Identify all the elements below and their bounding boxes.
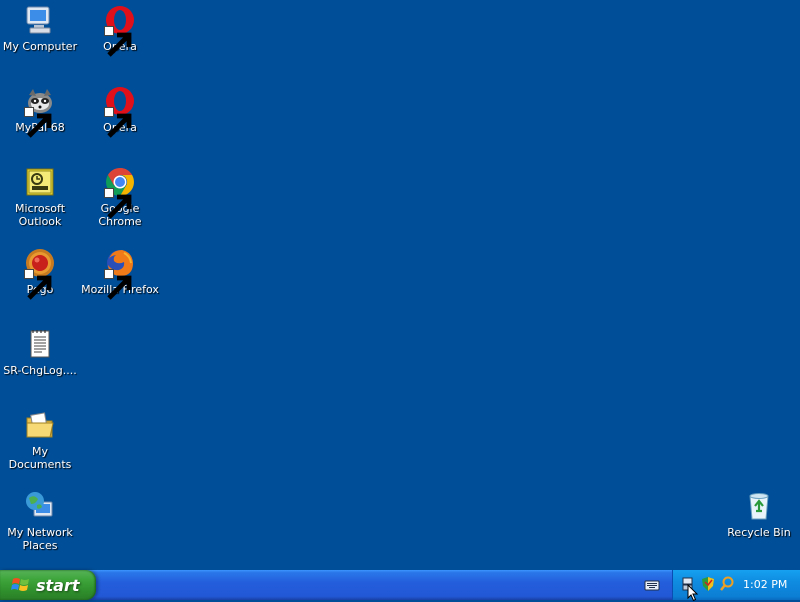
chrome-shortcut[interactable]: Google Chrome (80, 164, 160, 228)
outlook-shortcut[interactable]: Microsoft Outlook (0, 164, 80, 228)
icon-label: My Documents (8, 445, 72, 471)
start-button[interactable]: start (0, 570, 96, 600)
icon-label: My Computer (2, 40, 78, 53)
my-documents-folder[interactable]: My Documents (0, 407, 80, 471)
changelog-file[interactable]: SR-ChgLog.... (0, 326, 80, 377)
opera-shortcut[interactable]: Opera (80, 2, 160, 57)
network-places-shortcut[interactable]: My Network Places (0, 488, 80, 552)
my-computer-shortcut[interactable]: My Computer (0, 2, 80, 53)
chrome-icon (104, 166, 136, 219)
opera-shortcut-2[interactable]: Opera (80, 83, 160, 138)
shortcut-arrow-icon (104, 188, 132, 219)
firefox-shortcut[interactable]: Mozilla Firefox (80, 245, 160, 300)
icon-label: Microsoft Outlook (14, 202, 66, 228)
shortcut-arrow-icon (24, 269, 52, 300)
computer-icon (24, 4, 56, 36)
shortcut-arrow-icon (104, 107, 132, 138)
shortcut-arrow-icon (104, 269, 132, 300)
pego-shortcut[interactable]: Pego (0, 245, 80, 300)
search-icon[interactable] (719, 576, 735, 592)
shortcut-arrow-icon (24, 107, 52, 138)
network-connection-icon[interactable] (681, 576, 697, 592)
icon-label: SR-ChgLog.... (3, 364, 77, 377)
desktop: My Computer MyPal 68 Microsoft Outlook P… (0, 0, 800, 570)
mypal-shortcut[interactable]: MyPal 68 (0, 83, 80, 138)
windows-logo-icon (11, 578, 29, 591)
recycle-bin-icon (743, 490, 775, 522)
shortcut-arrow-icon (104, 26, 132, 57)
network-globe-icon (24, 490, 56, 522)
firefox-icon (104, 247, 136, 300)
keyboard-icon[interactable] (644, 577, 660, 593)
pego-icon (24, 247, 56, 300)
icon-label: My Network Places (7, 526, 73, 552)
opera-icon (104, 85, 136, 138)
raccoon-icon (24, 85, 56, 138)
outlook-icon (24, 166, 56, 198)
security-shield-icon[interactable] (700, 576, 716, 592)
opera-icon (104, 4, 136, 57)
text-document-icon (24, 328, 56, 360)
recycle-bin[interactable]: Recycle Bin (719, 488, 799, 539)
clock[interactable]: 1:02 PM (743, 579, 787, 591)
folder-icon (24, 409, 56, 441)
start-label: start (36, 575, 80, 595)
icon-label: Recycle Bin (727, 526, 791, 539)
